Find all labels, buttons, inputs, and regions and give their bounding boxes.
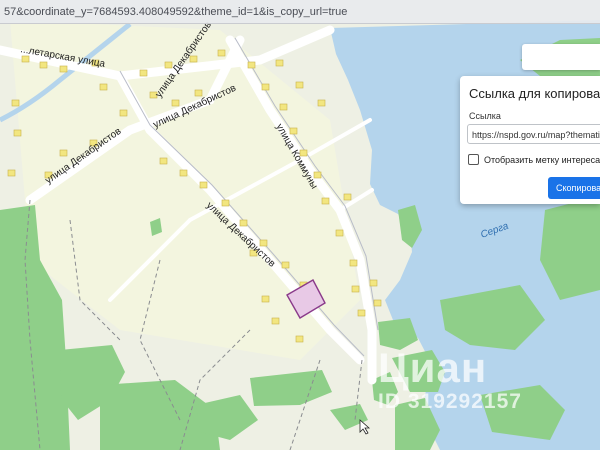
map-canvas[interactable]: ...летарская улица улица Декабристов ули… [0,0,600,450]
watermark-logo: Циан [378,344,488,391]
address-bar-url: 57&coordinate_y=7684593.408049592&theme_… [4,6,348,18]
show-marker-checkbox[interactable] [468,154,479,165]
link-field[interactable]: https://nspd.gov.ru/map?thematic=PK [467,124,600,144]
share-panel-title: Ссылка для копирования [469,86,600,101]
watermark-id: ID 319292157 [378,390,522,413]
copy-button[interactable]: Скопировать [548,177,600,199]
link-field-label: Ссылка [469,111,501,121]
show-marker-option[interactable]: Отобразить метку интереса [468,154,600,165]
show-marker-label: Отобразить метку интереса [484,154,600,165]
share-link-panel: Ссылка для копирования Ссылка https://ns… [460,76,600,204]
watermark: Циан ID 319292157 [378,344,521,413]
map-toolbar-widget[interactable] [522,44,600,70]
address-bar[interactable]: 57&coordinate_y=7684593.408049592&theme_… [0,0,600,24]
